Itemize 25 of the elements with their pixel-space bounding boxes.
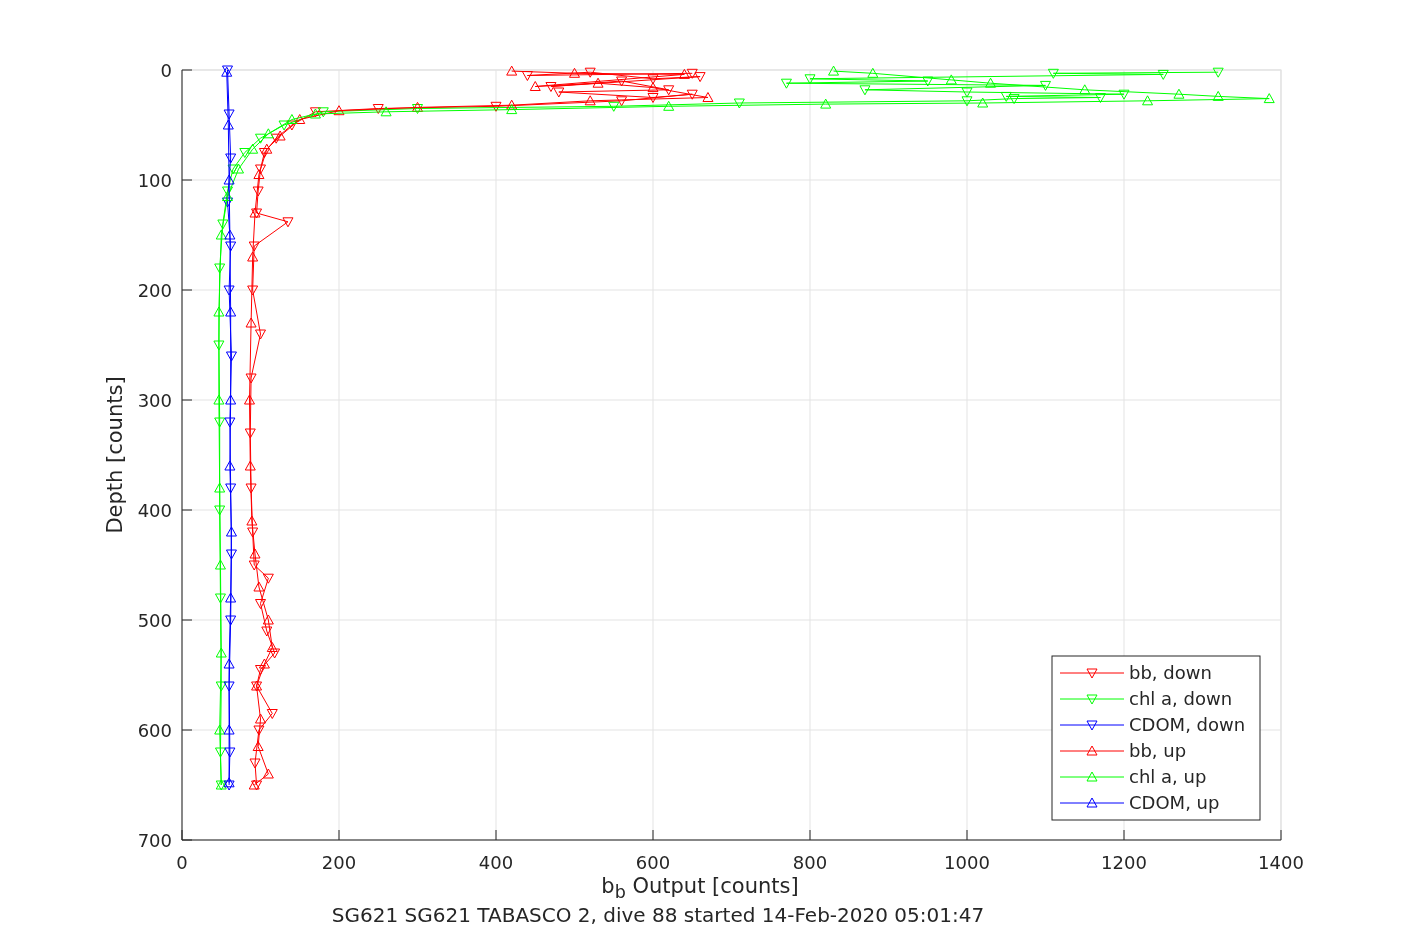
tick-label: 0	[176, 852, 188, 873]
tick-label: 1200	[1101, 852, 1147, 873]
figure-title: SG621 SG621 TABASCO 2, dive 88 started 14-Feb-2020 05:01:47	[330, 905, 986, 925]
legend-label: CDOM, up	[1129, 792, 1220, 813]
legend-label: CDOM, down	[1129, 714, 1246, 735]
legend-label: bb, up	[1129, 740, 1187, 761]
tick-label: 1000	[944, 852, 990, 873]
tick-label: 300	[137, 390, 172, 411]
legend-label: chl a, down	[1129, 688, 1233, 709]
legend-label: bb, down	[1129, 662, 1212, 683]
tick-label: 400	[478, 852, 514, 873]
tick-label: 700	[137, 830, 172, 851]
legend-label: chl a, up	[1129, 766, 1207, 787]
x-axis-label: b$_{b}$ Output [counts]	[600, 876, 800, 902]
tick-label: 500	[137, 610, 172, 631]
tick-label: 400	[137, 500, 172, 521]
tick-label: 600	[635, 852, 671, 873]
y-axis-label: Depth [counts]	[103, 376, 127, 534]
tick-label: 200	[321, 852, 357, 873]
tick-label: 600	[137, 720, 172, 741]
tick-label: 200	[137, 280, 172, 301]
tick-label: 0	[160, 60, 172, 81]
tick-label: 100	[137, 170, 172, 191]
tick-label: 800	[792, 852, 828, 873]
tick-label: 1400	[1258, 852, 1304, 873]
